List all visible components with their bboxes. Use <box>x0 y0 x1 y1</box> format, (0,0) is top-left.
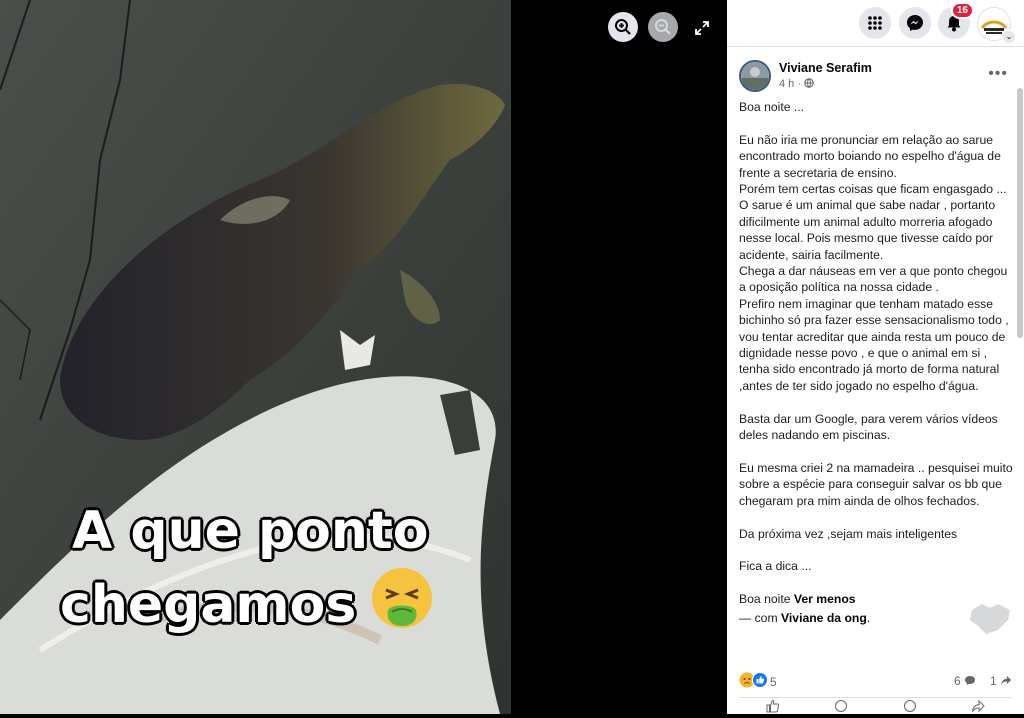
post-actions <box>739 699 1012 714</box>
author-name[interactable]: Viviane Serafim <box>779 61 872 75</box>
post-paragraph: Boa noite ... <box>739 100 805 114</box>
send-button[interactable] <box>903 699 917 713</box>
zoom-in-button[interactable] <box>608 12 638 42</box>
post-paragraph: Da próxima vez ,sejam mais inteligentes <box>739 526 958 541</box>
globe-icon <box>804 78 814 88</box>
post-options-button[interactable]: ••• <box>988 65 1008 83</box>
post-paragraph: Basta dar um Google, para verem vários v… <box>739 411 998 443</box>
author-avatar[interactable] <box>739 60 771 92</box>
avatar-image <box>741 62 769 90</box>
separator-dot: · <box>797 78 805 90</box>
with-prefix: — com <box>739 610 778 625</box>
notification-count-badge: 16 <box>950 2 974 19</box>
comment-bubble-icon <box>835 700 848 712</box>
reaction-count[interactable]: 5 <box>770 675 777 689</box>
tagged-user-link[interactable]: Viviane da ong <box>781 611 867 625</box>
post-paragraph: Eu não iria me pronunciar em relação ao … <box>739 132 1001 180</box>
zoom-in-icon <box>615 19 631 35</box>
reactions-summary: 5 6 1 <box>739 672 1012 690</box>
comments-count[interactable]: 6 <box>954 674 976 688</box>
post-photo[interactable]: A que ponto chegamos <box>0 0 511 714</box>
post-text: Boa noite ... Eu não iria me pronunciar … <box>739 99 1015 626</box>
expand-icon <box>695 21 709 35</box>
notifications-button[interactable]: 16 <box>938 2 974 39</box>
photo-viewer: A que ponto chegamos <box>0 0 727 714</box>
post-paragraph: Eu mesma criei 2 na mamadeira .. pesquis… <box>739 460 1013 508</box>
messenger-icon <box>907 15 923 31</box>
top-bar: 16 ⌄ <box>727 0 1024 47</box>
post-paragraph: Prefiro nem imaginar que tenham matado e… <box>739 296 1009 393</box>
share-button[interactable] <box>971 699 985 713</box>
tag-suffix: . <box>866 610 871 625</box>
caption-line-2-text: chegamos <box>60 575 357 635</box>
thumbs-up-icon <box>766 699 780 713</box>
post-paragraph: Chega a dar náuseas em ver a que ponto c… <box>739 264 1008 295</box>
share-arrow-icon <box>971 699 985 713</box>
shares-count-number: 1 <box>989 674 997 688</box>
post-paragraph: O sarue é um animal que sabe nadar , por… <box>739 198 996 262</box>
messenger-send-icon <box>903 700 916 712</box>
photo-caption: A que ponto chegamos <box>60 496 500 640</box>
grid-menu-icon <box>868 16 882 30</box>
account-chevron-down-icon[interactable]: ⌄ <box>1002 30 1016 44</box>
comments-count-number: 6 <box>953 674 961 688</box>
post-meta: 4 h · <box>779 78 814 90</box>
post-scrollbar[interactable] <box>1017 88 1023 338</box>
caption-line-1: A que ponto <box>72 501 429 561</box>
caption-line-2: chegamos <box>60 566 500 640</box>
nauseated-face-emoji-icon <box>370 566 434 630</box>
actions-divider <box>739 697 1012 698</box>
zoom-out-icon <box>655 19 671 35</box>
shares-count[interactable]: 1 <box>990 674 1012 688</box>
reaction-icons[interactable] <box>739 672 768 688</box>
comment-icon <box>964 676 975 685</box>
post-paragraph: Porém tem certas coisas que ficam engasg… <box>739 182 1007 197</box>
comment-button[interactable] <box>834 699 848 713</box>
post-time[interactable]: 4 h <box>779 78 794 90</box>
menu-button[interactable] <box>859 7 891 39</box>
like-button[interactable] <box>766 699 780 713</box>
engagement-counts: 6 1 <box>954 674 1012 688</box>
share-icon <box>1001 676 1011 685</box>
post-header: Viviane Serafim 4 h · ••• <box>739 59 1012 95</box>
watermark-map-icon <box>970 604 1010 634</box>
see-less-link[interactable]: Ver menos <box>794 592 856 606</box>
zoom-out-button[interactable] <box>648 12 678 42</box>
post-paragraph: Fica a dica ... <box>739 559 812 574</box>
messenger-button[interactable] <box>899 7 931 39</box>
expand-button[interactable] <box>692 18 712 38</box>
like-reaction-icon <box>752 672 768 688</box>
closing-text: Boa noite <box>739 592 791 607</box>
